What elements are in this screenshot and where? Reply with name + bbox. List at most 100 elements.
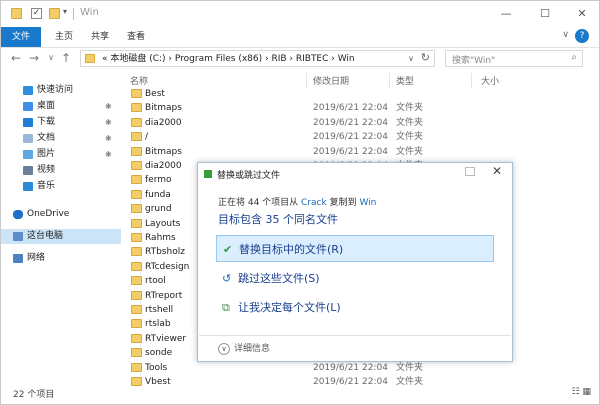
skip-icon: ↺ bbox=[222, 272, 232, 285]
folder-icon bbox=[131, 333, 142, 343]
properties-check-icon[interactable]: ✓ bbox=[31, 8, 42, 19]
new-folder-icon[interactable] bbox=[49, 8, 60, 19]
folder-icon bbox=[131, 290, 142, 300]
file-row[interactable]: Bitmaps 2019/6/21 22:04 文件夹 bbox=[128, 101, 598, 115]
progress-mid: 复制到 bbox=[326, 198, 360, 208]
address-dropdown-icon[interactable]: ∨ bbox=[408, 52, 414, 66]
folder-icon bbox=[131, 189, 142, 199]
maximize-icon[interactable] bbox=[465, 167, 475, 176]
folder-icon bbox=[131, 117, 142, 127]
column-header-name[interactable]: 名称 bbox=[130, 74, 148, 88]
ribbon-tabs: 文件 主页 共享 查看 ∨ ? bbox=[1, 27, 599, 48]
forward-button[interactable]: → bbox=[27, 51, 41, 65]
folder-icon bbox=[131, 218, 142, 228]
folder-icon bbox=[131, 247, 142, 257]
sidebar-item-label: 网络 bbox=[27, 253, 46, 263]
file-name: Best bbox=[145, 89, 165, 99]
file-row[interactable]: Best bbox=[128, 87, 598, 101]
computer-icon bbox=[13, 232, 23, 241]
back-button[interactable]: ← bbox=[9, 51, 23, 65]
more-details-toggle[interactable]: ∨ 详细信息 bbox=[218, 341, 270, 355]
sidebar-item-label: 音乐 bbox=[37, 181, 56, 191]
tab-home[interactable]: 主页 bbox=[49, 27, 79, 47]
folder-icon bbox=[131, 132, 142, 142]
sidebar-item-music[interactable]: 音乐 bbox=[1, 179, 121, 194]
decide-each-file-option[interactable]: ⧉ 让我决定每个文件(L) bbox=[216, 294, 494, 321]
folder-icon bbox=[131, 204, 142, 214]
column-header-type[interactable]: 类型 bbox=[396, 74, 414, 88]
network-icon bbox=[13, 254, 23, 263]
sidebar-item-downloads[interactable]: 下载 ✱ bbox=[1, 115, 121, 130]
ribbon-expand-icon[interactable]: ∨ bbox=[562, 30, 569, 40]
column-divider[interactable] bbox=[389, 73, 390, 88]
file-date: 2019/6/21 22:04 bbox=[313, 103, 388, 114]
file-name: Layouts bbox=[145, 218, 181, 229]
destination-folder-link[interactable]: Win bbox=[359, 198, 376, 208]
folder-icon bbox=[131, 233, 142, 242]
music-icon bbox=[23, 182, 33, 191]
column-divider[interactable] bbox=[306, 73, 307, 88]
file-name: rtool bbox=[145, 276, 166, 287]
dialog-title: 替换或跳过文件 bbox=[217, 171, 281, 181]
refresh-icon[interactable]: ↻ bbox=[421, 51, 430, 65]
address-bar[interactable]: « 本地磁盘 (C:) › Program Files (x86) › RIB … bbox=[80, 50, 435, 67]
close-button[interactable]: ✕ bbox=[569, 5, 595, 23]
skip-files-option[interactable]: ↺ 跳过这些文件(S) bbox=[216, 265, 494, 292]
up-button[interactable]: ↑ bbox=[59, 51, 73, 65]
window-title: Win bbox=[80, 7, 99, 18]
folder-icon bbox=[131, 377, 142, 386]
sidebar-item-this-pc[interactable]: 这台电脑 bbox=[1, 229, 121, 244]
address-path[interactable]: « 本地磁盘 (C:) › Program Files (x86) › RIB … bbox=[102, 52, 355, 66]
replace-files-option[interactable]: ✔ 替换目标中的文件(R) bbox=[216, 235, 494, 262]
file-name: dia2000 bbox=[145, 161, 182, 171]
column-divider[interactable] bbox=[471, 73, 472, 88]
pin-icon: ✱ bbox=[105, 150, 112, 159]
folder-icon bbox=[131, 319, 142, 329]
sidebar-item-label: 这台电脑 bbox=[27, 231, 64, 241]
search-input[interactable]: 搜索"Win" ⌕ bbox=[445, 50, 583, 67]
sidebar-item-videos[interactable]: 视频 bbox=[1, 163, 121, 178]
file-date: 2019/6/21 22:04 bbox=[313, 146, 388, 157]
source-folder-link[interactable]: Crack bbox=[301, 198, 327, 208]
file-type: 文件夹 bbox=[396, 117, 424, 128]
file-row[interactable]: Vbest 2019/6/21 22:04 文件夹 bbox=[128, 375, 598, 389]
dialog-close-button[interactable]: ✕ bbox=[492, 164, 502, 178]
file-row[interactable]: dia2000 2019/6/21 22:04 文件夹 bbox=[128, 116, 598, 130]
tab-share[interactable]: 共享 bbox=[85, 27, 115, 47]
more-details-label: 详细信息 bbox=[234, 344, 271, 354]
sidebar-item-documents[interactable]: 文档 ✱ bbox=[1, 131, 121, 146]
option-label: 跳过这些文件(S) bbox=[238, 272, 320, 285]
file-name: RTbsholz bbox=[145, 247, 185, 258]
compare-files-icon: ⧉ bbox=[222, 301, 230, 314]
folder-icon bbox=[131, 362, 142, 372]
folder-icon bbox=[131, 103, 142, 113]
file-row[interactable]: Bitmaps 2019/6/21 22:04 文件夹 bbox=[128, 145, 598, 159]
view-toggle-icon[interactable]: ☷ ▦ bbox=[572, 387, 591, 397]
pin-icon: ✱ bbox=[105, 134, 112, 143]
folder-icon bbox=[85, 54, 95, 63]
file-row[interactable]: / 2019/6/21 22:04 文件夹 bbox=[128, 130, 598, 144]
replace-or-skip-dialog: 替换或跳过文件 ✕ 正在将 44 个项目从 Crack 复制到 Win 目标包含… bbox=[197, 162, 513, 362]
option-label: 让我决定每个文件(L) bbox=[238, 301, 341, 314]
sidebar-item-quick-access[interactable]: 快速访问 bbox=[1, 83, 121, 98]
maximize-button[interactable]: ☐ bbox=[532, 5, 558, 23]
column-header-date[interactable]: 修改日期 bbox=[313, 74, 349, 88]
search-icon[interactable]: ⌕ bbox=[571, 52, 577, 63]
file-name: RTcdesign bbox=[145, 261, 190, 272]
file-date: 2019/6/21 22:04 bbox=[313, 132, 388, 143]
recent-locations-button[interactable]: ∨ bbox=[44, 51, 58, 65]
search-placeholder: 搜索"Win" bbox=[452, 56, 496, 66]
column-header-size[interactable]: 大小 bbox=[481, 74, 499, 88]
sidebar-item-onedrive[interactable]: OneDrive bbox=[1, 207, 121, 222]
minimize-button[interactable]: — bbox=[493, 5, 519, 23]
tab-file[interactable]: 文件 bbox=[1, 27, 41, 47]
file-row[interactable]: Tools 2019/6/21 22:04 文件夹 bbox=[128, 361, 598, 375]
sidebar-item-pictures[interactable]: 图片 ✱ bbox=[1, 147, 121, 162]
help-icon[interactable]: ? bbox=[575, 29, 589, 43]
sidebar-item-network[interactable]: 网络 bbox=[1, 251, 121, 266]
title-separator bbox=[73, 8, 74, 20]
tab-view[interactable]: 查看 bbox=[121, 27, 151, 47]
sidebar-item-desktop[interactable]: 桌面 ✱ bbox=[1, 99, 121, 114]
pin-icon: ✱ bbox=[105, 102, 112, 111]
file-type: 文件夹 bbox=[396, 377, 424, 387]
